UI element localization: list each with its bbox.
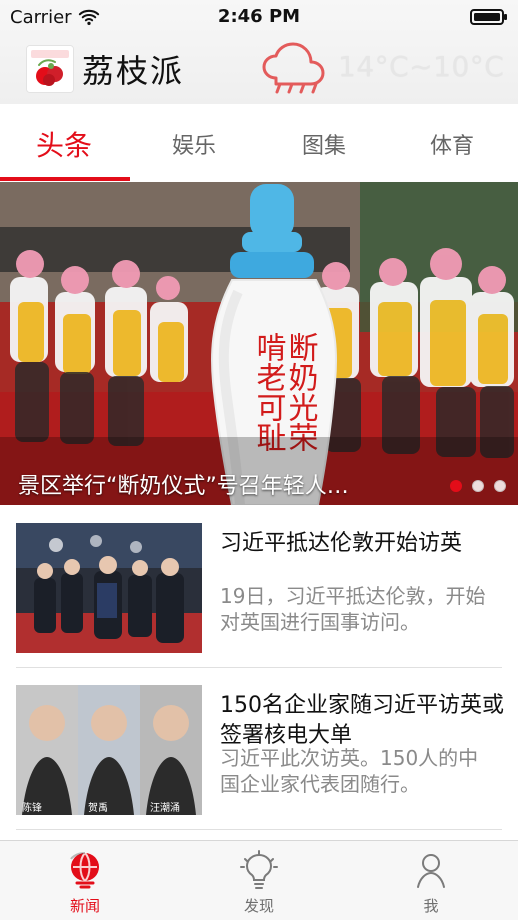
news-summary-1: 19日，习近平抵达伦敦，开始对英国进行国事访问。: [220, 584, 486, 634]
rain-cloud-icon: [262, 42, 325, 94]
carousel-dot-1[interactable]: [450, 480, 462, 492]
carousel-dot-3[interactable]: [494, 480, 506, 492]
news-thumbnail-2: 陈锋 贺禹 汪潮涌: [16, 685, 202, 815]
tab-entertainment[interactable]: 娱乐: [172, 128, 216, 160]
news-thumbnail-1-image: [16, 523, 202, 653]
thumbnail-2-label-1: 陈锋: [22, 801, 42, 814]
hero-banner[interactable]: 啃老可耻 断奶光荣: [0, 182, 518, 505]
top-tabs: 头条 娱乐 图集 体育: [0, 104, 518, 183]
bottom-tab-news[interactable]: 新闻: [40, 849, 130, 916]
active-tab-indicator: [0, 177, 130, 181]
news-thumbnail-1: [16, 523, 202, 653]
news-title-2[interactable]: 150名企业家随习近平访英或签署核电大单: [220, 691, 505, 751]
hero-caption[interactable]: 景区举行“断奶仪式”号召年轻人…: [18, 468, 438, 500]
thumbnail-2-label-2: 贺禹: [88, 801, 108, 814]
news-title-1[interactable]: 习近平抵达伦敦开始访英: [220, 529, 505, 559]
app-title: 荔枝派: [82, 52, 185, 90]
bottom-tab-discover-label: 发现: [243, 897, 274, 915]
temperature-label: 14°C~10°C: [338, 50, 505, 83]
bottle-slogan-right: 断奶光荣: [283, 332, 318, 452]
lightbulb-icon: [240, 850, 278, 889]
news-divider-2: [16, 829, 502, 830]
tab-headlines[interactable]: 头条: [36, 124, 92, 164]
news-item-2[interactable]: 陈锋 贺禹 汪潮涌 150名企业家随习近平访英或签署核电大单 习近平此次访英。1…: [0, 667, 518, 829]
app-root: Carrier 2:46 PM 荔枝派 14°C~10°C 头条 娱乐 图集 体…: [0, 0, 518, 920]
news-thumbnail-2-image: 陈锋 贺禹 汪潮涌: [16, 685, 202, 815]
bottom-tab-news-label: 新闻: [69, 897, 100, 915]
tab-gallery[interactable]: 图集: [302, 128, 346, 160]
status-bar: Carrier 2:46 PM: [0, 0, 518, 34]
bottom-tab-me-label: 我: [423, 897, 439, 915]
carousel-dot-2[interactable]: [472, 480, 484, 492]
bottom-tab-discover[interactable]: 发现: [214, 849, 304, 916]
news-summary-2: 习近平此次访英。150人的中国企业家代表团随行。: [220, 746, 479, 796]
bottle-slogan-left: 啃老可耻: [251, 332, 287, 452]
news-list: 习近平抵达伦敦开始访英 19日，习近平抵达伦敦，开始对英国进行国事访问。 陈锋 …: [0, 505, 518, 840]
lychee-logo-art: [27, 46, 73, 92]
header: Carrier 2:46 PM 荔枝派 14°C~10°C: [0, 0, 518, 105]
hero-image: 啃老可耻 断奶光荣: [0, 182, 518, 505]
person-icon: [417, 854, 445, 888]
tab-sports[interactable]: 体育: [430, 128, 474, 160]
battery-icon: [470, 9, 507, 25]
globe-icon: [70, 852, 99, 889]
news-item-1[interactable]: 习近平抵达伦敦开始访英 19日，习近平抵达伦敦，开始对英国进行国事访问。: [0, 505, 518, 667]
status-time: 2:46 PM: [217, 6, 301, 27]
thumbnail-2-label-3: 汪潮涌: [150, 801, 180, 814]
bottom-tab-me[interactable]: 我: [386, 849, 476, 916]
bottom-tab-bar: 新闻 发现 我: [0, 840, 518, 920]
carousel-dots: [450, 480, 506, 492]
lychee-logo[interactable]: [26, 45, 74, 93]
